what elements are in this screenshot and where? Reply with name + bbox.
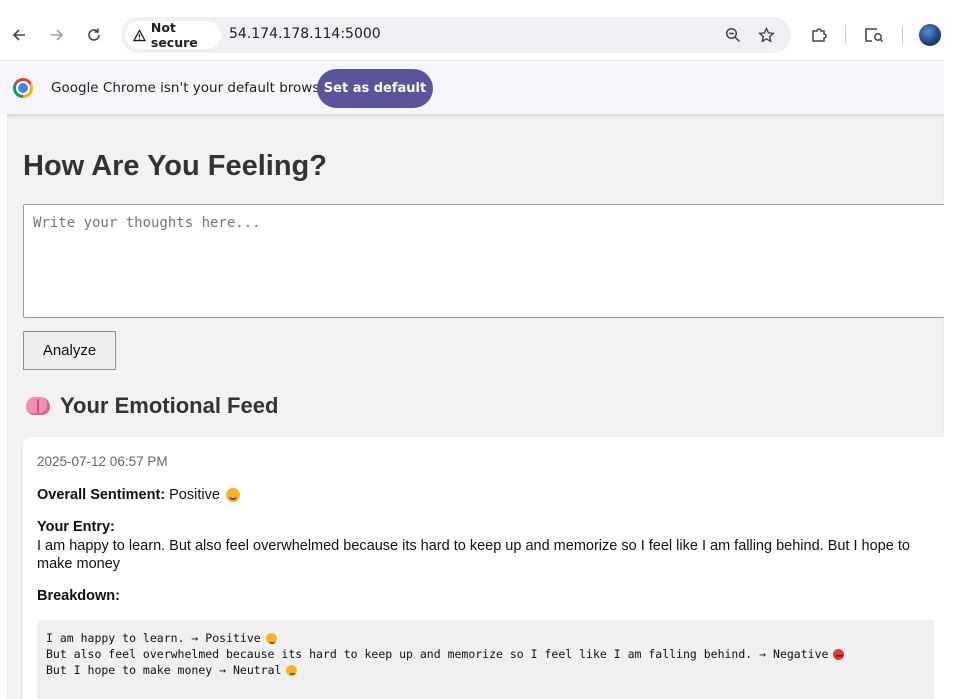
smiling-face-icon <box>265 632 277 644</box>
back-arrow-icon[interactable] <box>6 22 32 48</box>
browser-toolbar: Not secure 54.174.178.114:5000 <box>0 0 957 60</box>
analyze-button[interactable]: Analyze <box>23 331 116 370</box>
brain-icon <box>26 396 50 416</box>
warning-icon <box>133 28 146 41</box>
default-browser-infobar: Google Chrome isn't your default browser… <box>0 60 944 114</box>
address-bar[interactable]: Not secure 54.174.178.114:5000 <box>121 17 791 53</box>
overall-sentiment-label: Overall Sentiment: <box>37 487 166 503</box>
overall-sentiment-value: Positive <box>169 487 220 503</box>
feed-heading-text: Your Emotional Feed <box>60 393 279 418</box>
profile-avatar[interactable] <box>919 24 941 46</box>
entry-label: Your Entry: <box>37 519 115 535</box>
url-text[interactable]: 54.174.178.114:5000 <box>229 26 381 42</box>
chrome-logo-icon <box>13 78 33 98</box>
entry-timestamp: 2025-07-12 06:57 PM <box>37 454 168 469</box>
breakdown-sentiment: Negative <box>773 647 829 661</box>
toolbar-divider <box>902 26 903 44</box>
breakdown-arrow: → <box>191 631 199 645</box>
feed-entry-card: 2025-07-12 06:57 PM Overall Sentiment: P… <box>23 437 944 699</box>
reload-icon[interactable] <box>81 22 107 48</box>
smiling-face-icon <box>225 488 240 502</box>
breakdown-sentence: I am happy to learn. <box>46 631 185 645</box>
extensions-icon[interactable] <box>808 24 830 46</box>
bookmark-star-icon[interactable] <box>756 25 776 45</box>
breakdown-line: I am happy to learn. → Positive <box>46 630 925 646</box>
feed-heading: Your Emotional Feed <box>26 393 278 419</box>
breakdown-line: But also feel overwhelmed because its ha… <box>46 646 925 662</box>
security-chip[interactable]: Not secure <box>125 20 221 50</box>
set-as-default-button[interactable]: Set as default <box>317 69 433 108</box>
thoughts-textarea[interactable] <box>23 204 944 318</box>
breakdown-sentiment: Positive <box>205 631 261 645</box>
entry-text: I am happy to learn. But also feel overw… <box>37 538 910 572</box>
breakdown-arrow: → <box>219 663 227 677</box>
breakdown-box: I am happy to learn. → Positive But also… <box>37 620 934 699</box>
infobar-message: Google Chrome isn't your default browser <box>51 80 334 96</box>
reading-list-icon[interactable] <box>863 24 885 46</box>
angry-face-icon <box>833 648 845 660</box>
breakdown-sentence: But also feel overwhelmed because its ha… <box>46 647 753 661</box>
zoom-icon[interactable] <box>723 25 743 45</box>
breakdown-line: But I hope to make money → Neutral <box>46 662 925 678</box>
breakdown-label: Breakdown: <box>37 588 120 604</box>
breakdown-sentiment: Neutral <box>232 663 282 677</box>
toolbar-divider <box>845 26 846 44</box>
security-chip-label: Not secure <box>150 20 198 50</box>
forward-arrow-icon[interactable] <box>44 22 70 48</box>
overall-sentiment: Overall Sentiment: Positive <box>37 487 240 503</box>
breakdown-arrow: → <box>759 647 767 661</box>
page-title: How Are You Feeling? <box>23 150 327 182</box>
neutral-face-icon <box>286 664 298 676</box>
page-content: How Are You Feeling? Analyze Your Emotio… <box>7 114 944 699</box>
breakdown-sentence: But I hope to make money <box>46 663 213 677</box>
